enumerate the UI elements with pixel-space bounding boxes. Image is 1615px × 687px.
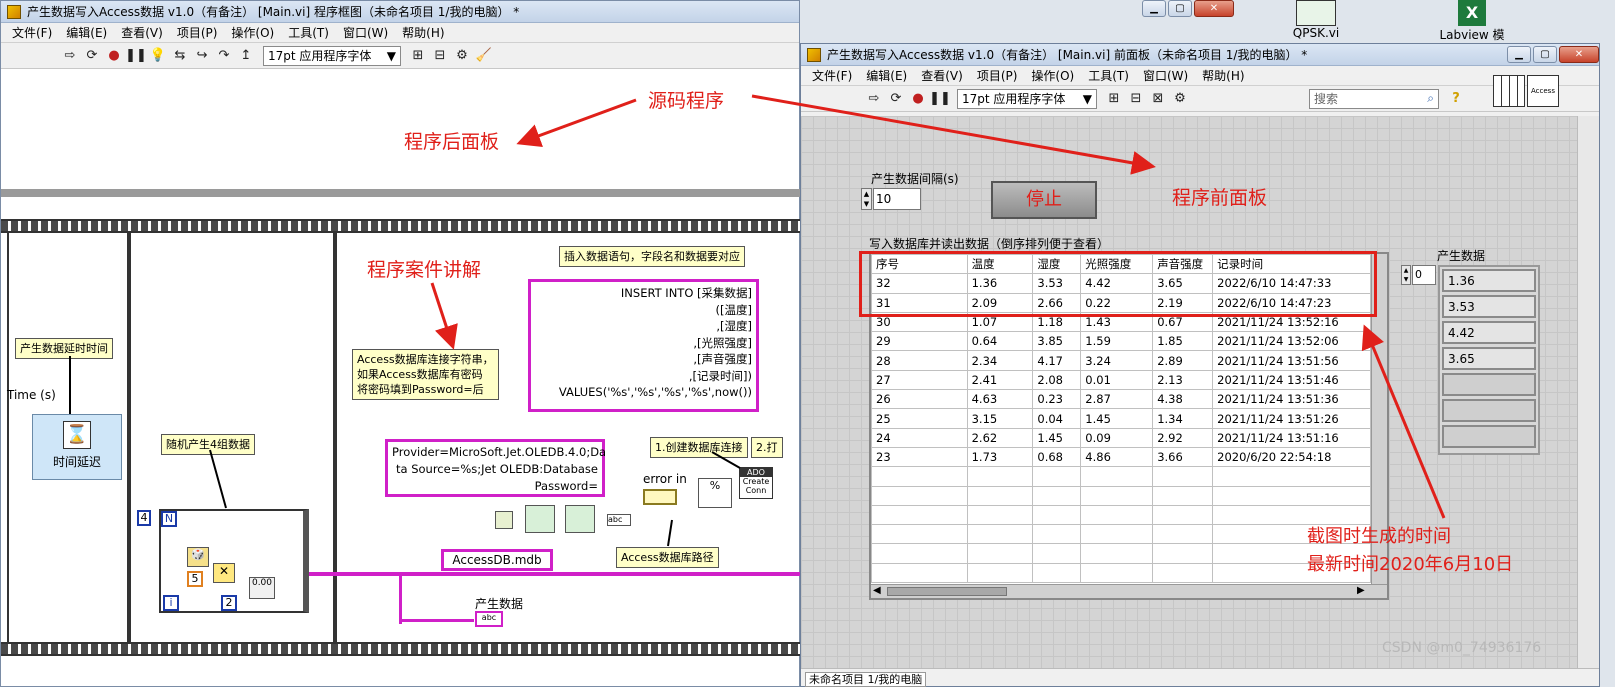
arrow-random-note <box>209 449 227 509</box>
arrow-path-note <box>667 519 673 547</box>
arrow-to-highlight <box>1361 324 1446 519</box>
arrow-to-conn-note <box>430 282 458 350</box>
arrow-to-back-panel <box>516 98 637 148</box>
arrow-create-conn <box>711 451 741 469</box>
arrow-to-front-panel <box>751 94 1156 175</box>
annotation-arrows <box>209 94 1446 547</box>
watermark: CSDN @m0_74936176 <box>1382 640 1542 656</box>
